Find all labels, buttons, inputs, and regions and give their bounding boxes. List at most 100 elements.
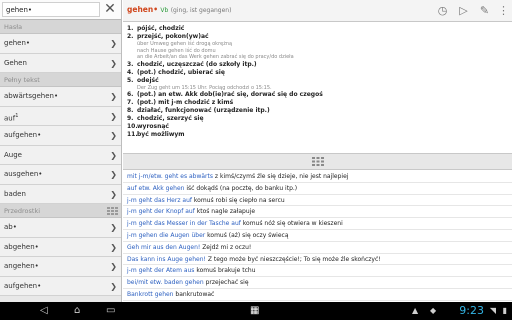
example-polish: komuś robi się ciepło na sercu [191, 196, 285, 204]
sense-number: 2. [127, 33, 134, 40]
pane-splitter[interactable] [123, 153, 512, 170]
list-item[interactable]: baden ❯ [0, 184, 121, 204]
example-row[interactable]: auf etw. Akk gehen iść dokądś (na pocztę… [123, 183, 512, 195]
chevron-right-icon: ❯ [110, 150, 117, 160]
sense-text: wyrosnąć [137, 123, 169, 130]
sense-line[interactable]: 8. działać, funkcjonować (urządzenie itp.… [127, 107, 508, 115]
grammar-info: (ging, ist gegangen) [170, 7, 232, 14]
list-item-label: baden [4, 189, 26, 198]
example-row[interactable]: j-m gehen die Augen über komuś (aż) się … [123, 230, 512, 242]
recent-apps-icon[interactable]: ▭ [106, 305, 115, 317]
sense-line[interactable]: 5. odejść [127, 77, 508, 85]
section-label: Przedrostki [4, 207, 41, 215]
home-icon[interactable]: ⌂ [74, 305, 80, 317]
sense-line[interactable]: 7. (pot.) mit j-m chodzić z kimś [127, 99, 508, 107]
list-item-label: aufgehen• [4, 281, 42, 290]
example-polish: Zejdź mi z oczu! [200, 243, 252, 251]
section-header-hasla: Hasła [0, 20, 121, 34]
sense-line[interactable]: 3. chodzić, uczęszczać (do szkoły itp.) [127, 61, 508, 69]
chevron-right-icon: ❯ [110, 223, 117, 232]
example-german: auf etw. Akk gehen [127, 184, 185, 192]
sense-line[interactable]: 2. przejść, pokon(yw)ać [127, 33, 508, 41]
sense-text: działać, funkcjonować (urządzenie itp.) [137, 107, 270, 114]
sense-number: 5. [127, 76, 134, 84]
sense-number: 6. [127, 91, 134, 98]
sense-line[interactable]: 4. (pot.) chodzić, ubierać się [127, 69, 508, 77]
entry-headword-line: gehen• Vb (ging, ist gegangen) [127, 5, 231, 14]
example-row[interactable]: j-m geht der Atem aus komuś brakuje tchu [123, 265, 512, 278]
search-input[interactable] [2, 2, 100, 17]
list-item-label: Auge [4, 150, 22, 159]
sense-text: być możliwym [137, 131, 185, 138]
chevron-right-icon: ❯ [110, 170, 117, 179]
list-item-label: Gehen [4, 58, 27, 67]
example-german: j-m geht der Atem aus [127, 267, 195, 275]
sense-line[interactable]: 10. wyrosnąć [127, 123, 508, 131]
example-row[interactable]: bei/mit etw. baden gehen przejechać się [123, 277, 512, 289]
section-header-pelny-tekst: Pełny tekst [0, 73, 121, 87]
list-item-label: ab• [4, 223, 17, 231]
list-item-label: abgehen• [4, 242, 39, 251]
example-row[interactable]: j-m geht das Herz auf komuś robi się cie… [123, 195, 512, 207]
keyboard-icon[interactable]: ▦ [250, 305, 259, 317]
list-item[interactable]: aufgehen• ❯ [0, 276, 121, 296]
chevron-right-icon: ❯ [110, 111, 117, 121]
list-item-label: ausgehen• [4, 170, 43, 178]
clear-search-icon[interactable]: ✕ [103, 2, 117, 16]
example-row[interactable]: j-m geht das Messer in der Tasche auf ko… [123, 218, 512, 230]
sense-text: (pot.) chodzić, ubierać się [137, 68, 225, 76]
list-item[interactable]: abwärtsgehen• ❯ [0, 87, 121, 107]
example-german: mit j-m/etw. geht es abwärts [127, 173, 213, 180]
sense-number: 11. [127, 131, 138, 138]
example-row[interactable]: Bankrott gehen bankrutować [123, 289, 512, 301]
example-german: Das kann ins Auge gehen! [127, 255, 206, 263]
example-polish: komuś brakuje tchu [194, 267, 256, 275]
example-german: Bankrott gehen [127, 290, 174, 298]
grid-view-icon[interactable] [107, 207, 118, 215]
list-item[interactable]: abgehen• ❯ [0, 237, 121, 257]
sense-number: 3. [127, 60, 134, 68]
sense-line[interactable]: 6. (pot.) an etw. Akk dob(ie)rać się, dor… [127, 91, 508, 99]
example-polish: iść dokądś (na pocztę, do banku itp.) [184, 184, 298, 192]
left-pane: ✕ Hasła gehen• ❯ Gehen ❯ Pełny tekst abwärt… [0, 0, 122, 302]
notification-icon: ▲ [412, 306, 419, 315]
sense-text: (pot.) an etw. Akk dob(ie)rać się, dorwa… [137, 91, 323, 98]
sense-line[interactable]: 1. pójść, chodzić [127, 25, 508, 33]
entry-content: 1. pójść, chodzić 2. przejść, pokon(yw)ać üb… [123, 23, 512, 153]
history-back-icon[interactable]: ◷ [436, 4, 449, 17]
chevron-right-icon: ❯ [110, 262, 117, 271]
settings-icon[interactable]: ✎ [478, 4, 491, 17]
list-item[interactable]: angehen• ❯ [0, 257, 121, 277]
example-row[interactable]: mit j-m/etw. geht es abwärts z kimś/czym… [123, 171, 512, 183]
chevron-right-icon: ❯ [110, 92, 117, 101]
example-row[interactable]: Das kann ins Auge gehen! Z tego może być… [123, 254, 512, 266]
sense-line[interactable]: 11. być możliwym [127, 131, 508, 139]
list-item[interactable]: Auge ❯ [0, 145, 121, 165]
play-audio-icon[interactable]: ▷ [457, 4, 470, 17]
menu-icon[interactable]: ⋮ [497, 4, 510, 17]
section-label: Pełny tekst [4, 76, 40, 84]
example-polish: z kimś/czymś źle się dzieje, nie jest na… [213, 173, 349, 180]
list-item[interactable]: Gehen ❯ [0, 53, 121, 73]
example-polish: bankrutować [173, 290, 215, 298]
back-icon[interactable]: ◁ [40, 305, 48, 317]
wifi-icon: ◥ [489, 306, 496, 315]
example-german: j-m geht das Herz auf [127, 196, 192, 204]
chevron-right-icon: ❯ [110, 131, 117, 140]
example-row[interactable]: j-m geht der Knopf auf ktoś nagle załapu… [123, 206, 512, 219]
list-item[interactable]: gehen• ❯ [0, 34, 121, 54]
list-item[interactable]: ausgehen• ❯ [0, 165, 121, 185]
grid-handle-icon[interactable] [312, 157, 324, 166]
list-item[interactable]: aufgehen• ❯ [0, 126, 121, 146]
example-row[interactable]: Geh mir aus den Augen! Zejdź mi z oczu! [123, 242, 512, 254]
example-german: bei/mit etw. baden gehen [127, 279, 204, 287]
example-polish: ktoś nagle załapuje [194, 208, 256, 216]
sense-number: 1. [127, 25, 134, 32]
chevron-right-icon: ❯ [110, 39, 117, 48]
examples-list: mit j-m/etw. geht es abwärts z kimś/czym… [123, 171, 512, 302]
sense-line[interactable]: 9. chodzić, szerzyć się [127, 115, 508, 123]
sense-text: pójść, chodzić [137, 25, 185, 32]
list-item-label: abwärtsgehen• [4, 92, 59, 100]
list-item[interactable]: ab• ❯ [0, 218, 121, 238]
list-item[interactable]: auf1 ❯ [0, 106, 121, 126]
